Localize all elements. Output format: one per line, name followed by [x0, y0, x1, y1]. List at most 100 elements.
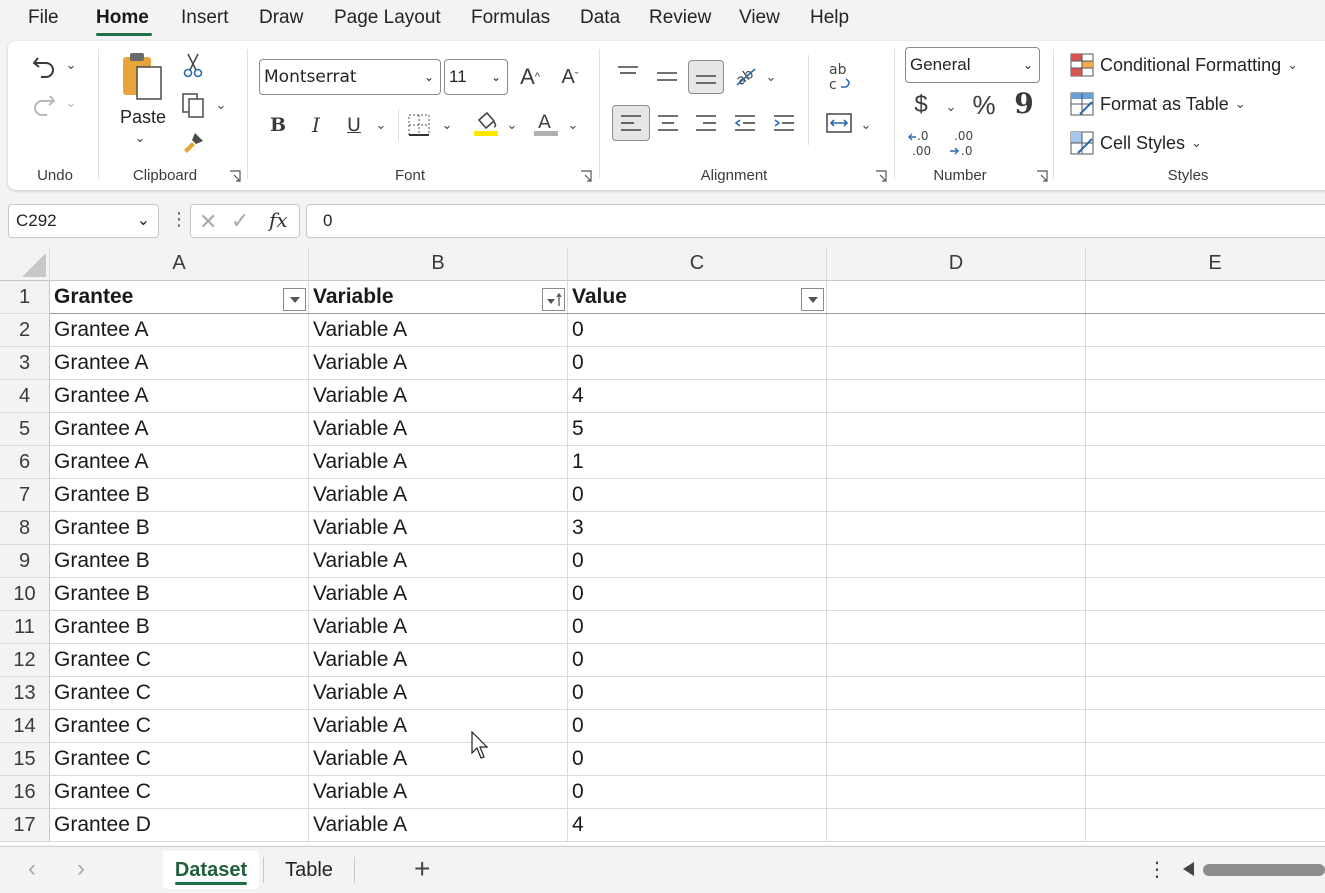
cell-grantee[interactable]: Grantee C: [50, 644, 309, 677]
cell-variable[interactable]: Variable A: [309, 446, 568, 479]
cell[interactable]: [1086, 281, 1325, 314]
cell[interactable]: [827, 413, 1086, 446]
decrease-font-size-icon[interactable]: Aˇ: [556, 63, 584, 91]
row-header[interactable]: 5: [0, 413, 50, 446]
increase-font-size-icon[interactable]: A ^: [516, 63, 544, 91]
cell[interactable]: [1086, 545, 1325, 578]
cell-value[interactable]: 0: [568, 314, 827, 347]
cell[interactable]: [1086, 314, 1325, 347]
menu-file[interactable]: File: [28, 7, 59, 29]
increase-indent-icon[interactable]: [769, 107, 799, 139]
cell-value[interactable]: 0: [568, 347, 827, 380]
cell[interactable]: [827, 281, 1086, 314]
row-header[interactable]: 10: [0, 578, 50, 611]
scroll-left-icon[interactable]: [1183, 862, 1195, 876]
formula-input[interactable]: 0: [306, 204, 1325, 238]
cell[interactable]: [827, 776, 1086, 809]
cell-variable[interactable]: Variable A: [309, 413, 568, 446]
undo-dropdown-icon[interactable]: ⌄: [64, 55, 78, 75]
font-launcher-icon[interactable]: [580, 169, 592, 182]
cell-grantee[interactable]: Grantee C: [50, 743, 309, 776]
cell-grantee[interactable]: Grantee B: [50, 611, 309, 644]
cell[interactable]: [827, 380, 1086, 413]
row-header[interactable]: 6: [0, 446, 50, 479]
header-cell-value[interactable]: Value: [568, 281, 827, 314]
conditional-formatting-button[interactable]: Conditional Formatting ⌄: [1070, 50, 1298, 80]
cell-grantee[interactable]: Grantee A: [50, 446, 309, 479]
paste-dropdown-icon[interactable]: ⌄: [132, 129, 148, 147]
font-color-dropdown-icon[interactable]: ⌄: [566, 115, 580, 135]
cell-value[interactable]: 0: [568, 743, 827, 776]
cell[interactable]: [827, 512, 1086, 545]
row-header[interactable]: 7: [0, 479, 50, 512]
cell[interactable]: [827, 347, 1086, 380]
cell-grantee[interactable]: Grantee A: [50, 347, 309, 380]
cell-grantee[interactable]: Grantee A: [50, 314, 309, 347]
cell-variable[interactable]: Variable A: [309, 512, 568, 545]
align-middle-icon[interactable]: [652, 63, 682, 91]
cell-grantee[interactable]: Grantee C: [50, 710, 309, 743]
sort-ascending-icon[interactable]: [542, 288, 565, 311]
redo-dropdown-icon[interactable]: ⌄: [64, 93, 78, 113]
paste-label[interactable]: Paste: [120, 107, 166, 128]
orientation-dropdown-icon[interactable]: ⌄: [764, 67, 778, 87]
row-header[interactable]: 1: [0, 281, 50, 314]
row-header[interactable]: 13: [0, 677, 50, 710]
cell-grantee[interactable]: Grantee B: [50, 479, 309, 512]
cell[interactable]: [1086, 710, 1325, 743]
more-options-icon[interactable]: ⋮: [170, 209, 188, 230]
cell-variable[interactable]: Variable A: [309, 644, 568, 677]
cell[interactable]: [1086, 677, 1325, 710]
menu-insert[interactable]: Insert: [181, 7, 229, 29]
number-launcher-icon[interactable]: [1036, 169, 1048, 182]
undo-icon[interactable]: [28, 51, 60, 81]
column-header-a[interactable]: A: [50, 247, 309, 281]
menu-view[interactable]: View: [739, 7, 780, 29]
cell-variable[interactable]: Variable A: [309, 545, 568, 578]
cell[interactable]: [1086, 776, 1325, 809]
menu-data[interactable]: Data: [580, 7, 620, 29]
currency-button[interactable]: $: [908, 91, 934, 119]
currency-dropdown-icon[interactable]: ⌄: [944, 97, 958, 117]
cell[interactable]: [1086, 413, 1325, 446]
number-format-select[interactable]: General ⌄: [905, 47, 1040, 83]
cell[interactable]: [827, 545, 1086, 578]
cell-grantee[interactable]: Grantee B: [50, 512, 309, 545]
cell-variable[interactable]: Variable A: [309, 314, 568, 347]
cell-variable[interactable]: Variable A: [309, 743, 568, 776]
filter-dropdown-icon[interactable]: [283, 288, 306, 311]
chevron-right-icon[interactable]: ›: [77, 855, 85, 883]
name-box[interactable]: C292 ⌄: [8, 204, 159, 238]
column-header-b[interactable]: B: [309, 247, 568, 281]
row-header[interactable]: 15: [0, 743, 50, 776]
row-header[interactable]: 9: [0, 545, 50, 578]
row-header[interactable]: 4: [0, 380, 50, 413]
cell-value[interactable]: 0: [568, 644, 827, 677]
cell-grantee[interactable]: Grantee C: [50, 677, 309, 710]
cell-value[interactable]: 0: [568, 776, 827, 809]
insert-function-button[interactable]: fx: [269, 208, 288, 232]
align-right-icon[interactable]: [691, 107, 721, 139]
filter-dropdown-icon[interactable]: [801, 288, 824, 311]
orientation-icon[interactable]: ab: [731, 61, 761, 91]
cell-value[interactable]: 4: [568, 809, 827, 842]
cell-variable[interactable]: Variable A: [309, 677, 568, 710]
cell-variable[interactable]: Variable A: [309, 809, 568, 842]
column-header-c[interactable]: C: [568, 247, 827, 281]
menu-page-layout[interactable]: Page Layout: [334, 7, 441, 29]
cell-grantee[interactable]: Grantee B: [50, 545, 309, 578]
cell-grantee[interactable]: Grantee A: [50, 380, 309, 413]
italic-button[interactable]: I: [304, 111, 328, 139]
bold-button[interactable]: B: [266, 111, 290, 139]
horizontal-scrollbar-thumb[interactable]: [1203, 864, 1325, 876]
cell-value[interactable]: 0: [568, 611, 827, 644]
cell-styles-button[interactable]: Cell Styles ⌄: [1070, 128, 1202, 158]
fill-color-dropdown-icon[interactable]: ⌄: [505, 115, 519, 135]
alignment-launcher-icon[interactable]: [875, 169, 887, 182]
cell[interactable]: [1086, 380, 1325, 413]
format-as-table-button[interactable]: Format as Table ⌄: [1070, 89, 1246, 119]
cell-variable[interactable]: Variable A: [309, 611, 568, 644]
cell[interactable]: [827, 644, 1086, 677]
cell[interactable]: [1086, 644, 1325, 677]
row-header[interactable]: 2: [0, 314, 50, 347]
